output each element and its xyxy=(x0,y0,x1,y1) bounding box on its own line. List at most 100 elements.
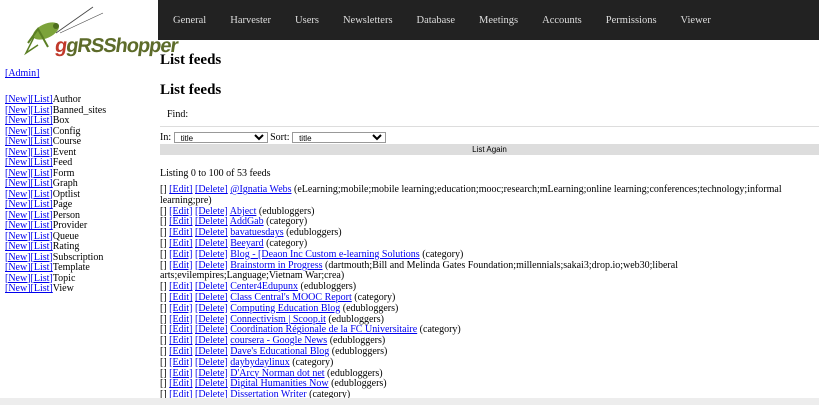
feed-title-link[interactable]: Class Central's MOOC Report xyxy=(230,292,352,303)
new-link[interactable]: [New] xyxy=(5,178,31,189)
nav-database[interactable]: Database xyxy=(417,15,455,26)
delete-link[interactable]: [Delete] xyxy=(195,368,228,379)
feed-title-link[interactable]: bavatuesdays xyxy=(230,227,283,238)
edit-link[interactable]: [Edit] xyxy=(169,206,192,217)
select-bracket[interactable]: [] xyxy=(160,324,167,335)
delete-link[interactable]: [Delete] xyxy=(195,184,228,195)
new-link[interactable]: [New] xyxy=(5,147,31,158)
new-link[interactable]: [New] xyxy=(5,262,31,273)
sort-select[interactable]: title xyxy=(292,132,387,143)
delete-link[interactable]: [Delete] xyxy=(195,357,228,368)
list-link[interactable]: [List] xyxy=(31,210,53,221)
list-link[interactable]: [List] xyxy=(31,283,53,294)
new-link[interactable]: [New] xyxy=(5,136,31,147)
new-link[interactable]: [New] xyxy=(5,157,31,168)
select-bracket[interactable]: [] xyxy=(160,357,167,368)
new-link[interactable]: [New] xyxy=(5,168,31,179)
delete-link[interactable]: [Delete] xyxy=(195,335,228,346)
new-link[interactable]: [New] xyxy=(5,252,31,263)
nav-meetings[interactable]: Meetings xyxy=(479,15,518,26)
feed-title-link[interactable]: Abject xyxy=(230,206,257,217)
nav-accounts[interactable]: Accounts xyxy=(542,15,582,26)
list-link[interactable]: [List] xyxy=(31,168,53,179)
feed-title-link[interactable]: @Ignatia Webs xyxy=(230,184,291,195)
list-link[interactable]: [List] xyxy=(31,220,53,231)
list-again-button[interactable]: List Again xyxy=(160,144,819,155)
select-bracket[interactable]: [] xyxy=(160,249,167,260)
select-bracket[interactable]: [] xyxy=(160,238,167,249)
select-bracket[interactable]: [] xyxy=(160,314,167,325)
new-link[interactable]: [New] xyxy=(5,94,31,105)
delete-link[interactable]: [Delete] xyxy=(195,206,228,217)
feed-title-link[interactable]: Brainstorm in Progress xyxy=(230,260,322,271)
nav-users[interactable]: Users xyxy=(295,15,319,26)
select-bracket[interactable]: [] xyxy=(160,378,167,389)
list-link[interactable]: [List] xyxy=(31,252,53,263)
new-link[interactable]: [New] xyxy=(5,283,31,294)
delete-link[interactable]: [Delete] xyxy=(195,303,228,314)
select-bracket[interactable]: [] xyxy=(160,281,167,292)
list-link[interactable]: [List] xyxy=(31,94,53,105)
list-link[interactable]: [List] xyxy=(31,241,53,252)
delete-link[interactable]: [Delete] xyxy=(195,216,228,227)
feed-title-link[interactable]: Computing Education Blog xyxy=(230,303,340,314)
delete-link[interactable]: [Delete] xyxy=(195,260,228,271)
list-link[interactable]: [List] xyxy=(31,136,53,147)
list-link[interactable]: [List] xyxy=(31,178,53,189)
edit-link[interactable]: [Edit] xyxy=(169,303,192,314)
delete-link[interactable]: [Delete] xyxy=(195,238,228,249)
feed-title-link[interactable]: Beeyard xyxy=(230,238,263,249)
new-link[interactable]: [New] xyxy=(5,199,31,210)
feed-title-link[interactable]: Digital Humanities Now xyxy=(230,378,328,389)
list-link[interactable]: [List] xyxy=(31,273,53,284)
edit-link[interactable]: [Edit] xyxy=(169,260,192,271)
delete-link[interactable]: [Delete] xyxy=(195,378,228,389)
list-link[interactable]: [List] xyxy=(31,231,53,242)
edit-link[interactable]: [Edit] xyxy=(169,314,192,325)
edit-link[interactable]: [Edit] xyxy=(169,249,192,260)
edit-link[interactable]: [Edit] xyxy=(169,378,192,389)
horizontal-scrollbar[interactable] xyxy=(0,398,819,405)
feed-title-link[interactable]: Blog - [Deaon Inc Custom e-learning Solu… xyxy=(230,249,419,260)
list-link[interactable]: [List] xyxy=(31,157,53,168)
select-bracket[interactable]: [] xyxy=(160,292,167,303)
select-bracket[interactable]: [] xyxy=(160,206,167,217)
nav-viewer[interactable]: Viewer xyxy=(681,15,711,26)
feed-title-link[interactable]: daybydaylinux xyxy=(230,357,289,368)
feed-title-link[interactable]: Coordination Régionale de la FC Universi… xyxy=(230,324,417,335)
edit-link[interactable]: [Edit] xyxy=(169,292,192,303)
delete-link[interactable]: [Delete] xyxy=(195,227,228,238)
new-link[interactable]: [New] xyxy=(5,231,31,242)
edit-link[interactable]: [Edit] xyxy=(169,324,192,335)
list-link[interactable]: [List] xyxy=(31,115,53,126)
select-bracket[interactable]: [] xyxy=(160,216,167,227)
select-bracket[interactable]: [] xyxy=(160,335,167,346)
list-link[interactable]: [List] xyxy=(31,262,53,273)
new-link[interactable]: [New] xyxy=(5,210,31,221)
edit-link[interactable]: [Edit] xyxy=(169,216,192,227)
in-select[interactable]: title xyxy=(173,132,268,143)
new-link[interactable]: [New] xyxy=(5,220,31,231)
select-bracket[interactable]: [] xyxy=(160,227,167,238)
delete-link[interactable]: [Delete] xyxy=(195,314,228,325)
new-link[interactable]: [New] xyxy=(5,105,31,116)
list-link[interactable]: [List] xyxy=(31,199,53,210)
select-bracket[interactable]: [] xyxy=(160,260,167,271)
edit-link[interactable]: [Edit] xyxy=(169,335,192,346)
new-link[interactable]: [New] xyxy=(5,273,31,284)
admin-link[interactable]: [Admin] xyxy=(5,68,39,79)
new-link[interactable]: [New] xyxy=(5,241,31,252)
edit-link[interactable]: [Edit] xyxy=(169,346,192,357)
delete-link[interactable]: [Delete] xyxy=(195,249,228,260)
edit-link[interactable]: [Edit] xyxy=(169,368,192,379)
feed-title-link[interactable]: AddGab xyxy=(230,216,264,227)
edit-link[interactable]: [Edit] xyxy=(169,238,192,249)
edit-link[interactable]: [Edit] xyxy=(169,227,192,238)
nav-harvester[interactable]: Harvester xyxy=(230,15,271,26)
select-bracket[interactable]: [] xyxy=(160,368,167,379)
feed-title-link[interactable]: Dave's Educational Blog xyxy=(230,346,329,357)
select-bracket[interactable]: [] xyxy=(160,303,167,314)
edit-link[interactable]: [Edit] xyxy=(169,184,192,195)
list-link[interactable]: [List] xyxy=(31,126,53,137)
delete-link[interactable]: [Delete] xyxy=(195,346,228,357)
